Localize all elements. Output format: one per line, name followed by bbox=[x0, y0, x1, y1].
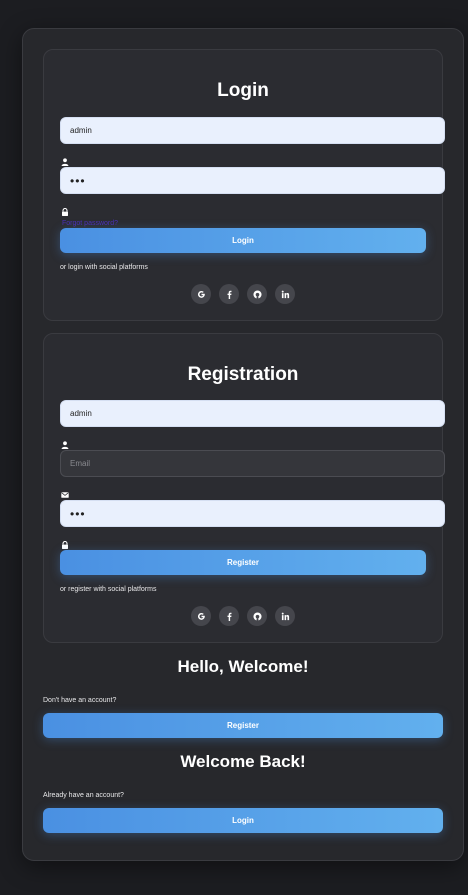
login-social-text: or login with social platforms bbox=[60, 264, 148, 271]
register-username-input[interactable]: admin bbox=[60, 400, 445, 427]
forgot-password-link[interactable]: Forgot password? bbox=[62, 220, 118, 227]
register-password-input[interactable]: ••• bbox=[60, 500, 445, 527]
login-title: Login bbox=[217, 80, 269, 101]
login-password-input[interactable]: ••• bbox=[60, 167, 445, 194]
login-username-input[interactable]: admin bbox=[60, 117, 445, 144]
register-submit-button[interactable]: Register bbox=[60, 550, 426, 575]
mail-icon bbox=[61, 491, 69, 499]
github-icon[interactable] bbox=[247, 606, 267, 626]
github-icon[interactable] bbox=[247, 284, 267, 304]
welcome-text: Don't have an account? bbox=[43, 697, 117, 704]
login-form: Login admin ••• Forgot password? Login o… bbox=[43, 49, 445, 321]
toggle-register-button[interactable]: Register bbox=[43, 713, 443, 738]
google-icon[interactable] bbox=[191, 284, 211, 304]
welcome-back-title: Welcome Back! bbox=[180, 752, 306, 771]
toggle-login-button[interactable]: Login bbox=[43, 808, 443, 833]
facebook-icon[interactable] bbox=[219, 284, 239, 304]
register-social-text: or register with social platforms bbox=[60, 586, 157, 593]
register-email-input[interactable]: Email bbox=[60, 450, 445, 477]
facebook-icon[interactable] bbox=[219, 606, 239, 626]
lock-icon bbox=[61, 208, 69, 216]
linkedin-icon[interactable] bbox=[275, 606, 295, 626]
login-submit-button[interactable]: Login bbox=[60, 228, 426, 253]
user-icon bbox=[61, 441, 69, 449]
login-social-icons bbox=[44, 284, 442, 304]
registration-title: Registration bbox=[187, 364, 299, 385]
auth-container: Login admin ••• Forgot password? Login o… bbox=[22, 28, 464, 861]
lock-icon bbox=[61, 541, 69, 549]
user-icon bbox=[61, 158, 69, 166]
google-icon[interactable] bbox=[191, 606, 211, 626]
registration-form: Registration admin Email ••• Register or… bbox=[43, 333, 445, 643]
register-social-icons bbox=[44, 606, 442, 626]
linkedin-icon[interactable] bbox=[275, 284, 295, 304]
welcome-back-text: Already have an account? bbox=[43, 792, 124, 799]
welcome-title: Hello, Welcome! bbox=[177, 657, 309, 676]
